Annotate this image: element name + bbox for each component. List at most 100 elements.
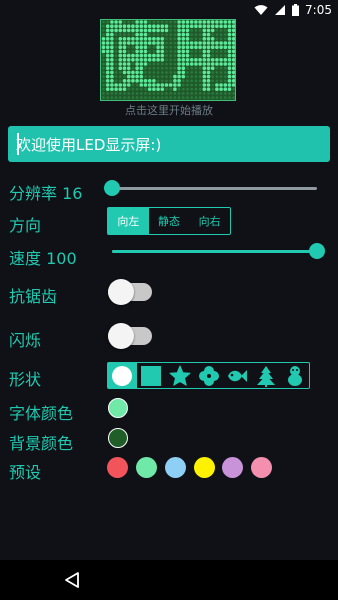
preset-color-purple[interactable]	[222, 457, 243, 478]
flash-toggle[interactable]	[108, 323, 152, 349]
led-dot-off	[131, 62, 135, 66]
shape-option-star[interactable]	[165, 363, 194, 388]
led-dot-lit	[231, 37, 235, 41]
led-dot-off	[173, 71, 177, 74]
led-dot-lit	[156, 45, 160, 49]
led-dot-off	[211, 92, 214, 95]
shape-option-clover[interactable]	[194, 363, 223, 388]
led-dot-lit	[126, 58, 131, 62]
preset-color-yellow[interactable]	[194, 457, 215, 478]
led-dot-off	[207, 101, 210, 102]
led-dot-off	[182, 87, 185, 91]
led-dot-lit	[206, 45, 211, 49]
direction-label: 方向	[9, 216, 42, 235]
bg-color-swatch[interactable]	[108, 428, 128, 448]
led-dot-lit	[202, 62, 207, 66]
direction-right-option[interactable]: 向右	[189, 208, 230, 234]
led-dot-off	[161, 79, 164, 83]
preset-color-red[interactable]	[107, 457, 128, 478]
led-dot-off	[114, 33, 118, 36]
led-dot-off	[224, 54, 227, 57]
shape-option-tree[interactable]	[252, 363, 281, 388]
tree-icon	[256, 365, 275, 387]
shape-option-circle[interactable]	[108, 363, 137, 388]
led-dot-lit	[185, 45, 190, 49]
led-dot-off	[123, 101, 126, 102]
led-dot-off	[211, 83, 214, 87]
led-dot-off	[165, 58, 168, 62]
led-dot-lit	[185, 24, 190, 28]
led-dot-off	[165, 54, 168, 57]
led-dot-lit	[227, 74, 232, 79]
led-dot-off	[173, 33, 177, 36]
led-dot-lit	[194, 45, 198, 49]
resolution-slider-thumb[interactable]	[104, 180, 120, 196]
preset-color-blue[interactable]	[165, 457, 186, 478]
led-dot-lit	[118, 58, 123, 62]
led-dot-off	[224, 33, 227, 36]
back-icon[interactable]	[64, 571, 80, 589]
led-dot-off	[106, 96, 109, 99]
led-dot-lit	[227, 66, 232, 70]
led-dot-off	[102, 62, 105, 66]
preset-color-green[interactable]	[136, 457, 157, 478]
led-dot-off	[148, 20, 151, 24]
led-dot-off	[161, 20, 164, 24]
led-dot-lit	[164, 24, 169, 28]
led-dot-lit	[126, 83, 131, 87]
shape-option-square[interactable]	[137, 363, 166, 388]
direction-left-option[interactable]: 向左	[108, 208, 149, 234]
led-dot-off	[140, 101, 143, 102]
led-dot-off	[148, 66, 151, 70]
led-dot-lit	[147, 24, 152, 28]
led-dot-off	[114, 92, 118, 95]
led-dot-lit	[185, 20, 190, 24]
font-color-swatch[interactable]	[108, 398, 128, 418]
led-dot-lit	[223, 58, 228, 62]
led-dot-off	[216, 101, 219, 102]
led-preview[interactable]	[100, 19, 236, 101]
led-dot-off	[114, 66, 118, 70]
led-dot-lit	[227, 87, 232, 91]
speed-slider[interactable]	[112, 241, 325, 261]
led-dot-off	[165, 101, 168, 102]
led-dot-lit	[152, 37, 156, 41]
led-dot-off	[211, 79, 214, 83]
led-dot-lit	[139, 49, 144, 54]
led-dot-lit	[105, 45, 110, 49]
led-dot-off	[165, 92, 168, 95]
led-dot-lit	[135, 28, 139, 33]
direction-static-option[interactable]: 静态	[149, 208, 190, 234]
preset-color-pink[interactable]	[251, 457, 272, 478]
led-dot-off	[173, 50, 177, 53]
speed-slider-thumb[interactable]	[309, 243, 325, 259]
led-dot-lit	[231, 32, 235, 37]
led-dot-lit	[173, 74, 177, 79]
led-dot-off	[220, 101, 223, 102]
led-dot-off	[198, 96, 202, 99]
resolution-slider[interactable]	[104, 178, 317, 198]
led-text-field[interactable]	[8, 126, 330, 162]
led-dot-lit	[101, 41, 106, 45]
shape-option-penguin[interactable]	[280, 363, 309, 388]
shape-option-fish[interactable]	[223, 363, 252, 388]
led-text-input[interactable]	[16, 135, 330, 153]
presets-label: 预设	[9, 463, 42, 482]
led-dot-lit	[219, 83, 223, 87]
led-dot-lit	[105, 24, 110, 28]
led-dot-lit	[139, 37, 144, 41]
led-dot-lit	[139, 66, 144, 70]
led-dot-lit	[152, 41, 156, 45]
led-dot-lit	[131, 58, 135, 62]
led-dot-lit	[206, 37, 211, 41]
led-dot-lit	[219, 87, 223, 91]
led-dot-off	[198, 83, 202, 87]
led-dot-lit	[177, 79, 181, 83]
led-dot-off	[186, 71, 189, 74]
led-dot-lit	[177, 66, 181, 70]
led-dot-lit	[118, 24, 123, 28]
led-dot-lit	[101, 37, 106, 41]
led-dot-off	[219, 92, 223, 95]
resolution-label: 分辨率 16	[9, 184, 83, 203]
antialias-toggle[interactable]	[108, 279, 152, 305]
